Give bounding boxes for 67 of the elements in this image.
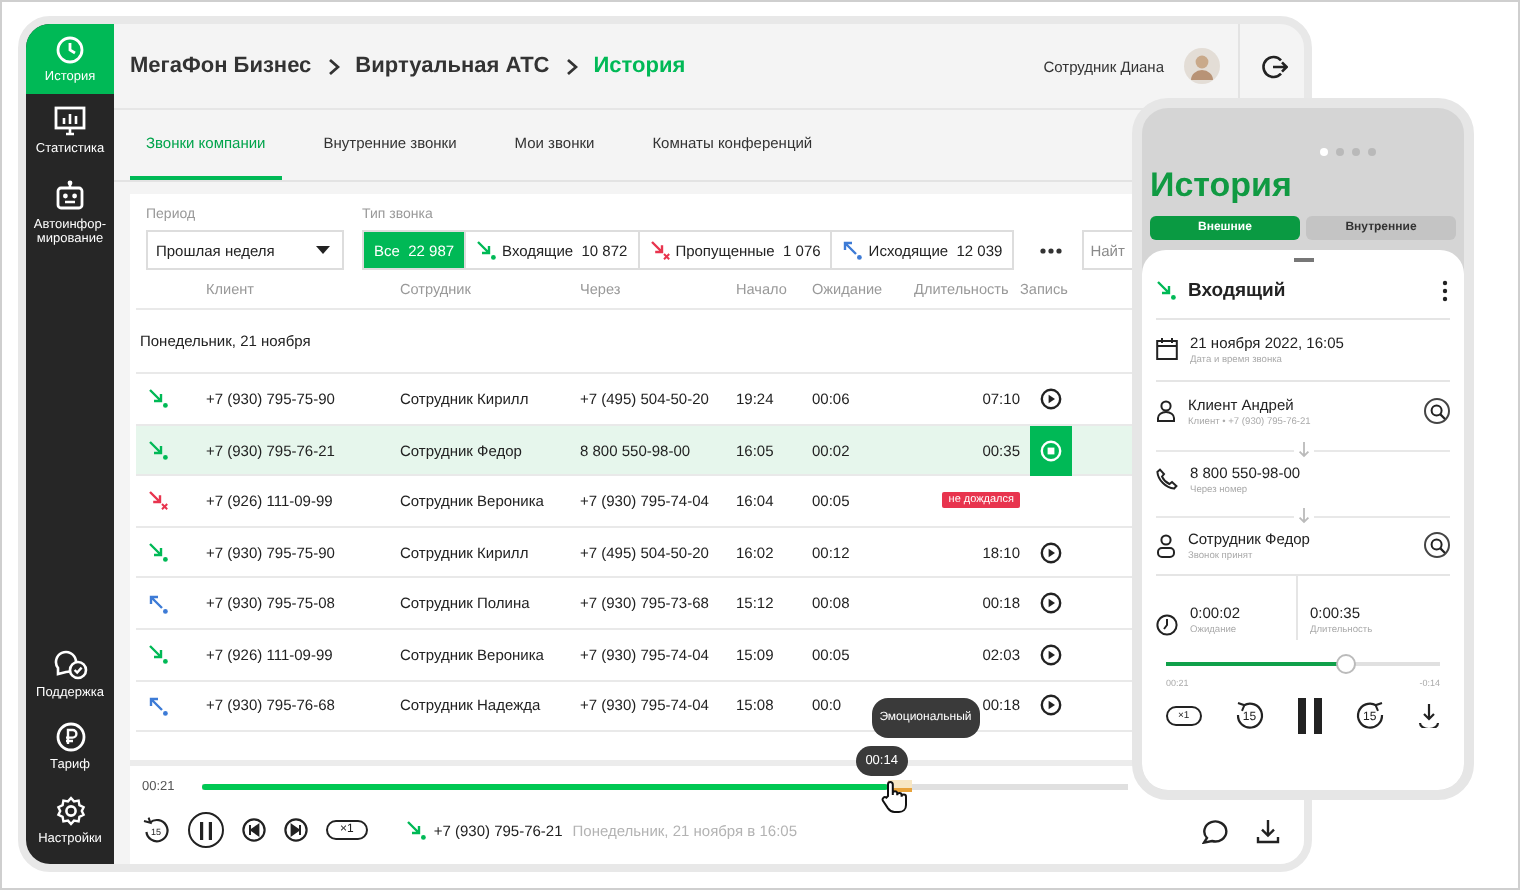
search-button[interactable]	[1424, 398, 1450, 424]
recording-button[interactable]	[1029, 425, 1071, 476]
rewind-icon	[1233, 699, 1266, 731]
operator-icon	[1156, 533, 1176, 557]
clock-icon	[1156, 613, 1178, 635]
play-icon	[1039, 592, 1061, 615]
next-icon[interactable]	[284, 818, 308, 842]
slider-thumb[interactable]	[1336, 653, 1357, 673]
breadcrumb-link[interactable]: МегаФон Бизнес	[130, 54, 312, 78]
incoming-call-icon	[1156, 280, 1176, 300]
search-icon	[1429, 403, 1445, 419]
person-icon	[1156, 400, 1176, 422]
gear-icon	[55, 795, 85, 826]
play-icon	[1039, 694, 1061, 717]
incoming-call-icon	[148, 644, 168, 665]
hand-cursor-icon	[879, 780, 908, 814]
pause-icon[interactable]	[1297, 697, 1322, 733]
forward-icon	[1353, 699, 1386, 731]
phone-icon	[1156, 468, 1178, 490]
avatar[interactable]	[1184, 48, 1220, 84]
missed-call-icon	[649, 240, 670, 260]
download-icon[interactable]	[1256, 817, 1280, 843]
play-button[interactable]	[1039, 541, 1061, 564]
down-arrow-icon	[1297, 442, 1309, 458]
monitor-chart-icon	[54, 106, 86, 137]
down-arrow-icon	[1297, 508, 1309, 524]
play-button[interactable]	[1039, 694, 1061, 717]
incoming-call-icon	[148, 388, 168, 409]
more-icon[interactable]	[1442, 279, 1448, 301]
missed-call-icon	[148, 490, 168, 511]
pause-icon	[198, 821, 214, 839]
incoming-call-icon	[405, 820, 426, 840]
stop-icon	[1039, 439, 1061, 462]
caret-icon	[316, 246, 330, 254]
call-type-title: Входящий	[1188, 279, 1288, 301]
download-icon[interactable]	[1417, 703, 1440, 727]
chevron-icon	[565, 57, 578, 75]
pause-button[interactable]	[188, 812, 224, 848]
rewind-icon	[142, 816, 170, 844]
play-icon	[1039, 643, 1061, 666]
clock-icon	[56, 36, 84, 64]
incoming-call-icon	[148, 440, 168, 461]
screen-title: История	[1150, 166, 1294, 206]
play-icon	[1039, 541, 1061, 564]
sheet-handle[interactable]	[1293, 258, 1313, 261]
play-button[interactable]	[1039, 592, 1061, 615]
outgoing-call-icon	[148, 695, 168, 716]
search-button[interactable]	[1424, 532, 1450, 558]
search-icon	[1429, 537, 1445, 553]
outgoing-call-icon	[148, 593, 168, 614]
play-button[interactable]	[1039, 387, 1061, 410]
ruble-coin-icon	[55, 722, 85, 753]
play-button[interactable]	[1039, 643, 1061, 666]
logout-icon[interactable]	[1262, 53, 1288, 79]
calendar-icon	[1156, 338, 1178, 360]
chat-icon[interactable]	[1202, 817, 1228, 843]
outgoing-call-icon	[842, 240, 863, 260]
play-icon	[1039, 387, 1061, 410]
more-icon[interactable]	[1040, 248, 1063, 254]
incoming-call-icon	[476, 240, 497, 260]
previous-icon[interactable]	[242, 818, 266, 842]
robot-icon	[54, 179, 86, 212]
page-dot[interactable]	[1319, 148, 1327, 156]
breadcrumb-link[interactable]: Виртуальная АТС	[355, 54, 550, 78]
chevron-icon	[327, 57, 340, 75]
incoming-call-icon	[148, 542, 168, 563]
chat-bubbles-icon	[53, 649, 87, 680]
